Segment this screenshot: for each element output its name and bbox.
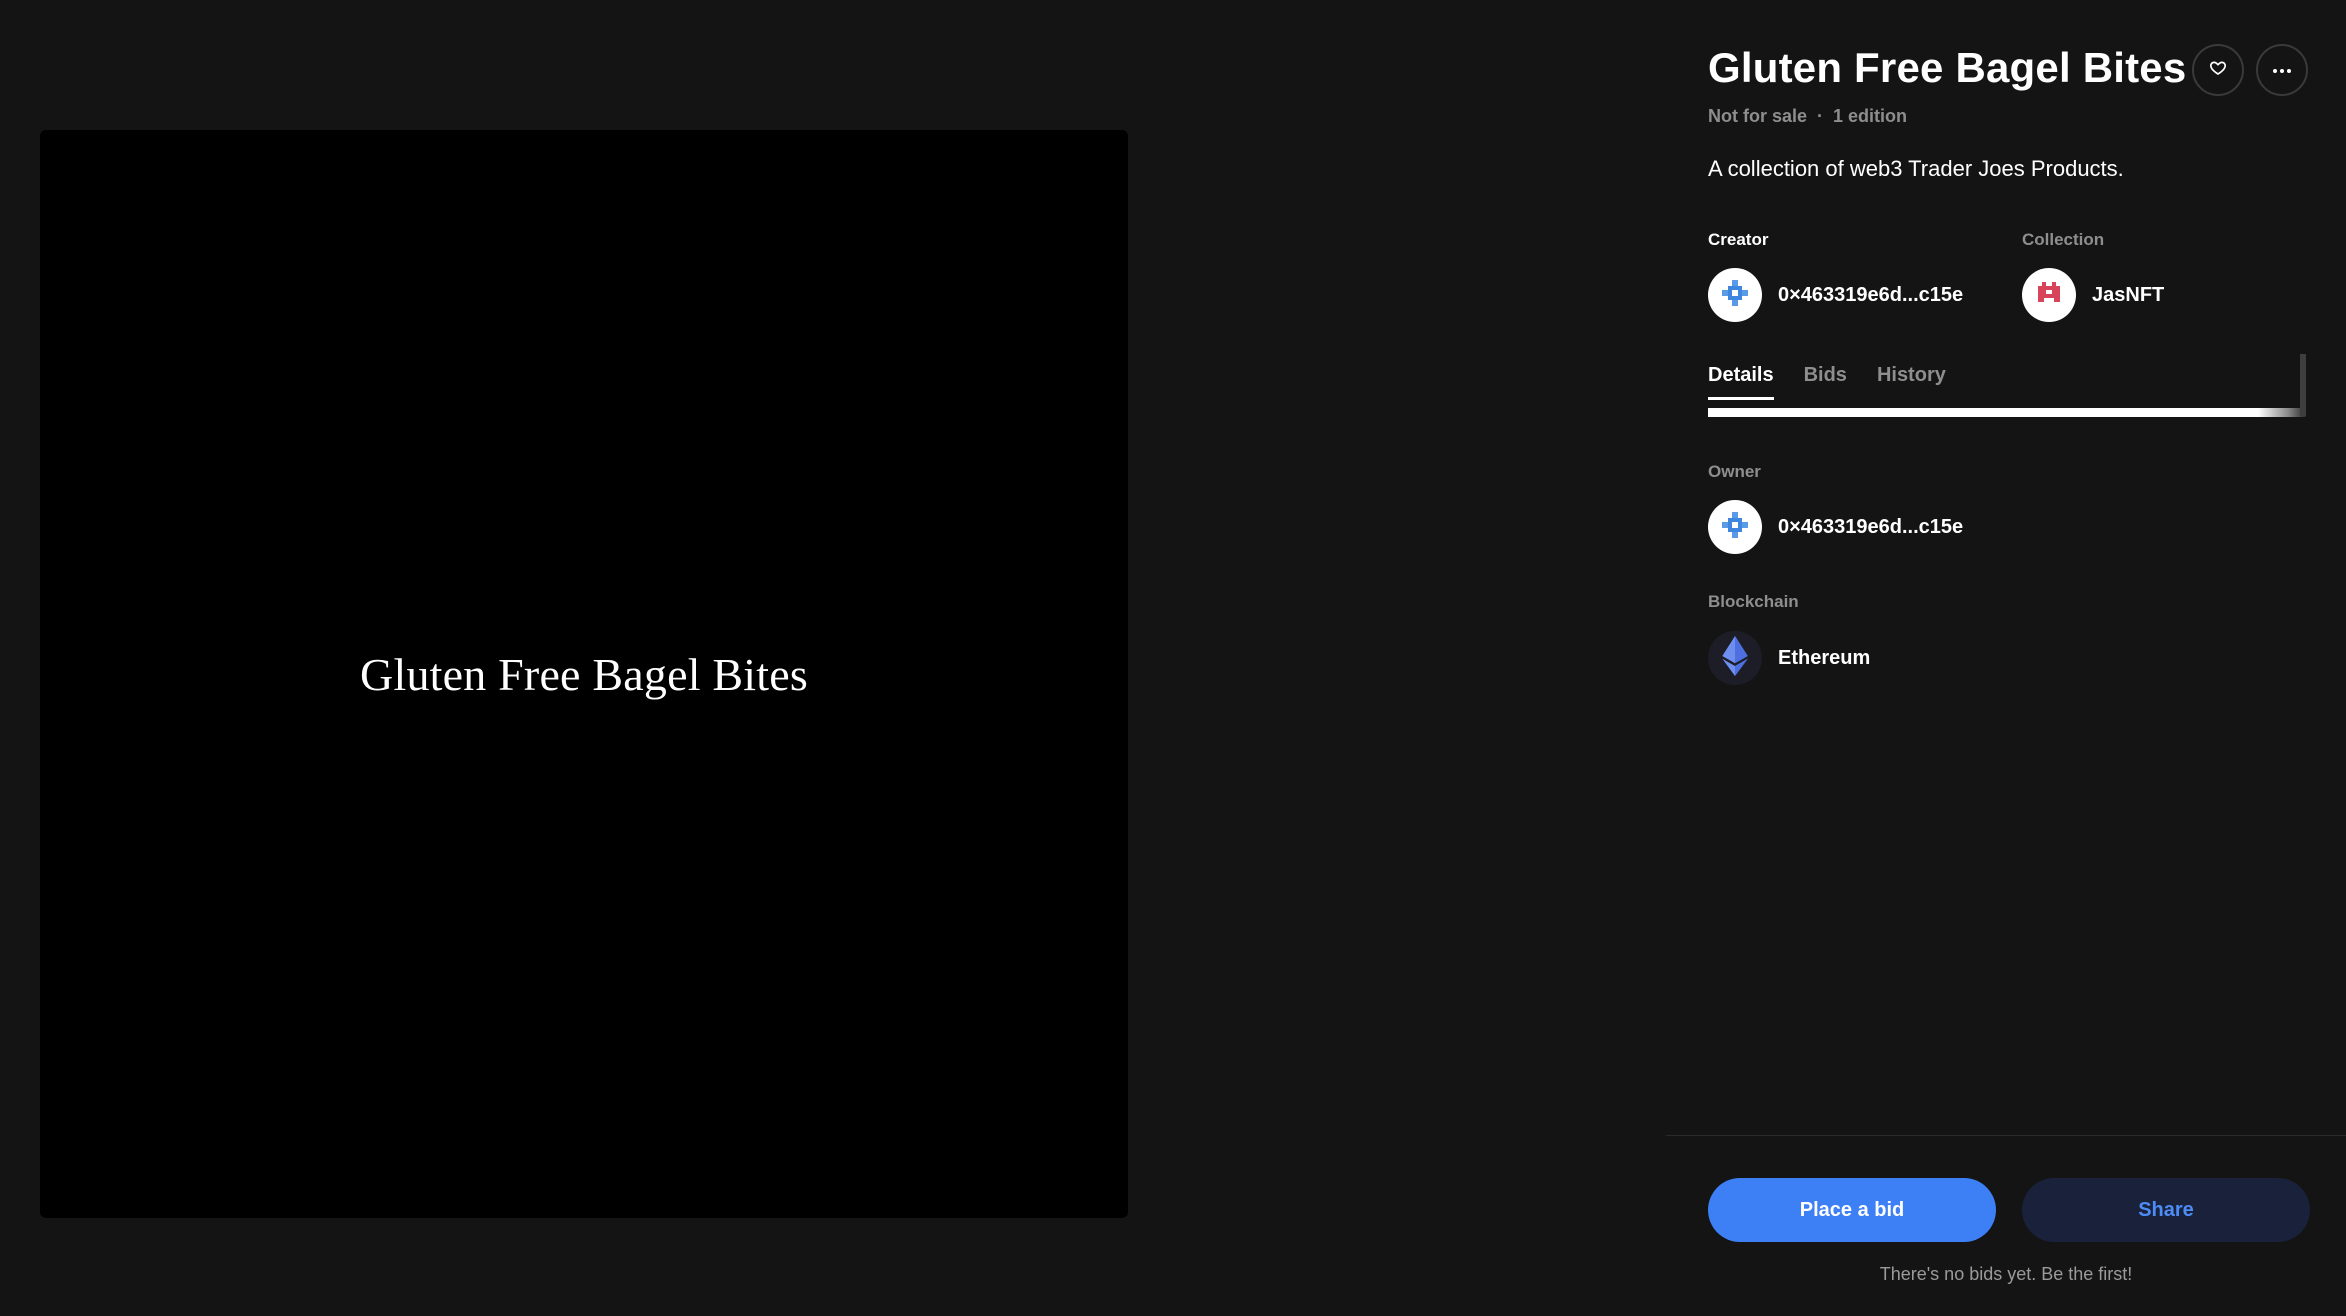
description: A collection of web3 Trader Joes Product…: [1708, 156, 2124, 181]
creator-link[interactable]: 0×463319e6d...c15e: [1708, 268, 1963, 322]
creator-address: 0×463319e6d...c15e: [1778, 283, 1964, 306]
ethereum-icon: [1721, 635, 1749, 681]
edition-count: 1 edition: [1833, 106, 1908, 126]
collection-label: Collection: [2022, 230, 2105, 249]
collection-avatar: [2022, 268, 2076, 322]
owner-address: 0×463319e6d...c15e: [1778, 515, 1964, 538]
scrollbar[interactable]: [2300, 354, 2306, 416]
tabs-divider: [1708, 408, 2306, 417]
details-panel: Gluten Free Bagel Bites Not for sale · 1 e…: [1666, 0, 2346, 1316]
heart-icon: [2209, 59, 2227, 82]
separator-dot: ·: [1817, 106, 1824, 126]
tab-history[interactable]: History: [1877, 364, 1946, 400]
tab-bids[interactable]: Bids: [1804, 364, 1847, 400]
detail-tabs: Details Bids History: [1708, 364, 1946, 400]
creator-label: Creator: [1708, 230, 1769, 249]
collection-link[interactable]: JasNFT: [2022, 268, 2164, 322]
tab-details[interactable]: Details: [1708, 364, 1774, 400]
place-bid-button[interactable]: Place a bid: [1708, 1178, 1996, 1242]
artwork-text: Gluten Free Bagel Bites: [360, 648, 808, 700]
pixel-avatar-icon: [1722, 279, 1748, 311]
pixel-avatar-icon: [2036, 280, 2062, 311]
no-bids-message: There's no bids yet. Be the first!: [1879, 1264, 2133, 1284]
nft-detail-page: Gluten Free Bagel Bites Gluten Free Bage…: [0, 0, 2346, 1316]
footer-divider: [1666, 1135, 2346, 1136]
ellipsis-icon: [2272, 61, 2292, 79]
owner-label: Owner: [1708, 462, 1761, 481]
sale-status-line: Not for sale · 1 edition: [1708, 106, 1907, 127]
page-title: Gluten Free Bagel Bites: [1708, 44, 2187, 91]
blockchain-avatar: [1708, 631, 1762, 685]
artwork-image[interactable]: Gluten Free Bagel Bites: [40, 130, 1128, 1218]
owner-avatar: [1708, 500, 1762, 554]
favorite-button[interactable]: [2192, 44, 2244, 96]
pixel-avatar-icon: [1722, 511, 1748, 543]
artwork-stage: Gluten Free Bagel Bites: [0, 0, 1666, 1316]
owner-link[interactable]: 0×463319e6d...c15e: [1708, 500, 1963, 554]
share-button[interactable]: Share: [2022, 1178, 2310, 1242]
collection-name: JasNFT: [2092, 283, 2165, 306]
blockchain-label: Blockchain: [1708, 592, 1799, 611]
creator-avatar: [1708, 268, 1762, 322]
more-options-button[interactable]: [2256, 44, 2308, 96]
blockchain-name: Ethereum: [1778, 646, 1871, 669]
sale-status: Not for sale: [1708, 106, 1808, 126]
blockchain-info: Ethereum: [1708, 631, 1870, 685]
